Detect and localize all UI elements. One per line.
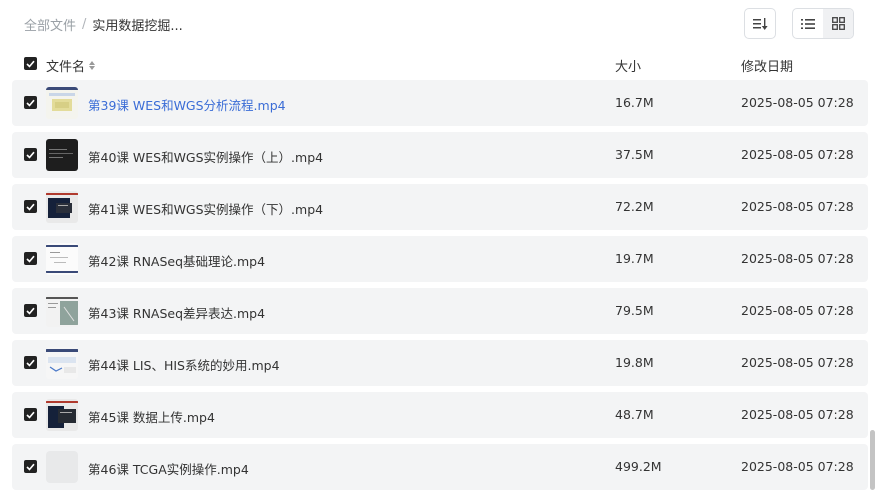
file-modified: 2025-08-05 07:28 bbox=[741, 147, 854, 162]
file-row[interactable]: 第43课 RNASeq差异表达.mp4 79.5M 2025-08-05 07:… bbox=[12, 288, 868, 334]
file-modified: 2025-08-05 07:28 bbox=[741, 407, 854, 422]
check-icon bbox=[26, 255, 35, 263]
file-row[interactable]: 第40课 WES和WGS实例操作（上）.mp4 37.5M 2025-08-05… bbox=[12, 132, 868, 178]
row-checkbox[interactable] bbox=[24, 304, 37, 317]
column-header-modified: 修改日期 bbox=[741, 60, 794, 75]
check-icon bbox=[26, 411, 35, 419]
row-checkbox[interactable] bbox=[24, 252, 37, 265]
file-name[interactable]: 第44课 LIS、HIS系统的妙用.mp4 bbox=[88, 355, 280, 374]
row-checkbox[interactable] bbox=[24, 460, 37, 473]
file-modified: 2025-08-05 07:28 bbox=[741, 95, 854, 110]
file-modified: 2025-08-05 07:28 bbox=[741, 199, 854, 214]
file-row[interactable]: 第41课 WES和WGS实例操作（下）.mp4 72.2M 2025-08-05… bbox=[12, 184, 868, 230]
video-thumbnail bbox=[46, 295, 78, 327]
file-name[interactable]: 第42课 RNASeq基础理论.mp4 bbox=[88, 251, 265, 270]
file-size: 48.7M bbox=[615, 407, 654, 422]
column-header-name[interactable]: 文件名 bbox=[46, 56, 96, 75]
file-row[interactable]: 第39课 WES和WGS分析流程.mp4 16.7M 2025-08-05 07… bbox=[12, 80, 868, 126]
video-thumbnail bbox=[46, 87, 78, 119]
check-icon bbox=[26, 60, 35, 68]
file-size: 37.5M bbox=[615, 147, 654, 162]
video-thumbnail bbox=[46, 191, 78, 223]
grid-view-button[interactable] bbox=[823, 9, 853, 38]
row-checkbox[interactable] bbox=[24, 408, 37, 421]
check-icon bbox=[26, 203, 35, 211]
breadcrumb: 全部文件 / 实用数据挖掘... bbox=[24, 15, 183, 34]
file-row[interactable]: 第45课 数据上传.mp4 48.7M 2025-08-05 07:28 bbox=[12, 392, 868, 438]
file-name[interactable]: 第46课 TCGA实例操作.mp4 bbox=[88, 459, 249, 478]
row-checkbox[interactable] bbox=[24, 356, 37, 369]
file-modified: 2025-08-05 07:28 bbox=[741, 459, 854, 474]
file-row[interactable]: 第44课 LIS、HIS系统的妙用.mp4 19.8M 2025-08-05 0… bbox=[12, 340, 868, 386]
file-name[interactable]: 第45课 数据上传.mp4 bbox=[88, 407, 215, 426]
file-modified: 2025-08-05 07:28 bbox=[741, 251, 854, 266]
video-thumbnail bbox=[46, 399, 78, 431]
file-modified: 2025-08-05 07:28 bbox=[741, 303, 854, 318]
select-all-checkbox[interactable] bbox=[24, 57, 37, 70]
check-icon bbox=[26, 307, 35, 315]
sort-arrows-icon bbox=[89, 61, 96, 70]
column-header-size: 大小 bbox=[615, 60, 642, 75]
file-name[interactable]: 第40课 WES和WGS实例操作（上）.mp4 bbox=[88, 147, 323, 166]
column-header-name-label: 文件名 bbox=[46, 60, 86, 75]
grid-view-icon bbox=[831, 17, 845, 30]
file-name[interactable]: 第43课 RNASeq差异表达.mp4 bbox=[88, 303, 265, 322]
breadcrumb-separator: / bbox=[82, 17, 87, 32]
row-checkbox[interactable] bbox=[24, 200, 37, 213]
sort-button[interactable] bbox=[744, 8, 776, 39]
sort-lines-icon bbox=[753, 17, 768, 30]
file-size: 19.7M bbox=[615, 251, 654, 266]
file-row[interactable]: 第46课 TCGA实例操作.mp4 499.2M 2025-08-05 07:2… bbox=[12, 444, 868, 490]
top-bar: 全部文件 / 实用数据挖掘... bbox=[0, 0, 878, 48]
video-thumbnail bbox=[46, 139, 78, 171]
video-thumbnail bbox=[46, 243, 78, 275]
list-view-button[interactable] bbox=[793, 9, 823, 38]
video-thumbnail-placeholder bbox=[46, 451, 78, 483]
file-size: 19.8M bbox=[615, 355, 654, 370]
file-size: 79.5M bbox=[615, 303, 654, 318]
file-size: 499.2M bbox=[615, 459, 662, 474]
file-size: 72.2M bbox=[615, 199, 654, 214]
check-icon bbox=[26, 151, 35, 159]
file-size: 16.7M bbox=[615, 95, 654, 110]
vertical-scrollbar[interactable] bbox=[870, 430, 875, 490]
breadcrumb-current: 实用数据挖掘... bbox=[92, 19, 183, 34]
check-icon bbox=[26, 463, 35, 471]
file-name[interactable]: 第39课 WES和WGS分析流程.mp4 bbox=[88, 95, 286, 114]
breadcrumb-root-link[interactable]: 全部文件 bbox=[24, 15, 76, 34]
file-list: 第39课 WES和WGS分析流程.mp4 16.7M 2025-08-05 07… bbox=[12, 80, 868, 495]
row-checkbox[interactable] bbox=[24, 148, 37, 161]
video-thumbnail bbox=[46, 347, 78, 379]
table-header: 文件名 大小 修改日期 bbox=[12, 50, 868, 78]
check-icon bbox=[26, 359, 35, 367]
file-row[interactable]: 第42课 RNASeq基础理论.mp4 19.7M 2025-08-05 07:… bbox=[12, 236, 868, 282]
view-toggle bbox=[792, 8, 854, 39]
list-view-icon bbox=[801, 18, 815, 29]
row-checkbox[interactable] bbox=[24, 96, 37, 109]
file-name[interactable]: 第41课 WES和WGS实例操作（下）.mp4 bbox=[88, 199, 323, 218]
check-icon bbox=[26, 99, 35, 107]
file-modified: 2025-08-05 07:28 bbox=[741, 355, 854, 370]
